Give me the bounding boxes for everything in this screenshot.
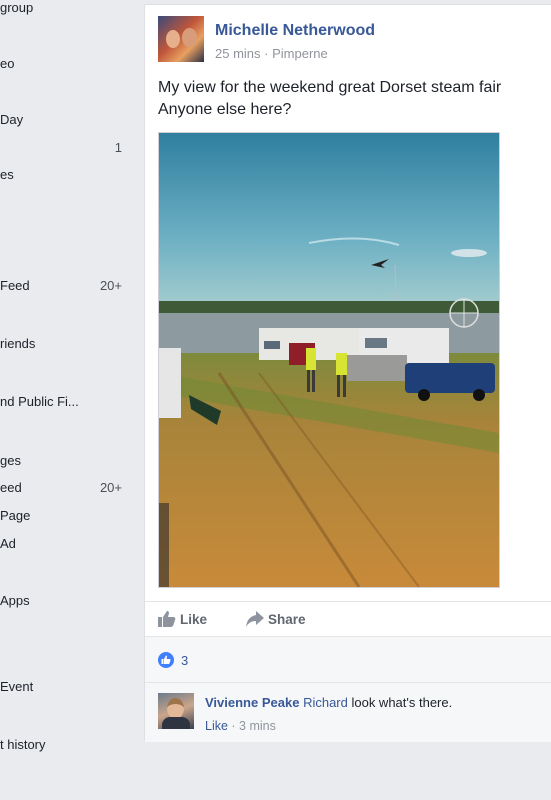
post-location[interactable]: Pimperne bbox=[272, 46, 328, 61]
comments-section: Vivienne Peake Richard look what's there… bbox=[145, 682, 551, 742]
avatar-face bbox=[167, 698, 184, 719]
avatar-face bbox=[182, 28, 197, 47]
sidebar-item-label: Ad bbox=[0, 536, 16, 551]
photo-image bbox=[159, 133, 499, 587]
sidebar-item-label: es bbox=[0, 167, 14, 182]
comment-mention-link[interactable]: Richard bbox=[303, 695, 348, 710]
thumbs-up-icon bbox=[161, 655, 171, 664]
comment-actions: Like · 3 mins bbox=[205, 719, 276, 733]
comment-time[interactable]: 3 mins bbox=[239, 719, 276, 733]
post-author-link[interactable]: Michelle Netherwood bbox=[215, 22, 375, 40]
meta-separator: · bbox=[260, 46, 273, 61]
sidebar-item-label: Event bbox=[0, 679, 34, 694]
thumbs-up-icon bbox=[158, 611, 176, 627]
avatar-face bbox=[166, 30, 180, 48]
like-count[interactable]: 3 bbox=[181, 653, 188, 668]
post-text-line: Anyone else here? bbox=[158, 101, 292, 118]
share-button-label: Share bbox=[268, 612, 306, 627]
comment-like-link[interactable]: Like bbox=[205, 719, 228, 733]
comment-separator: · bbox=[227, 719, 240, 733]
post-text: My view for the weekend great Dorset ste… bbox=[158, 77, 538, 121]
sidebar-item-label: ges bbox=[0, 453, 21, 468]
sidebar-item-video[interactable]: eo bbox=[0, 56, 130, 76]
post-actions-bar: Like Share bbox=[145, 601, 551, 638]
post-time[interactable]: 25 mins bbox=[215, 46, 261, 61]
sidebar-item-label: riends bbox=[0, 336, 36, 351]
author-avatar[interactable] bbox=[158, 16, 204, 62]
avatar-body bbox=[162, 717, 190, 729]
share-arrow-icon bbox=[246, 611, 264, 627]
like-button-label: Like bbox=[180, 612, 208, 627]
reactions-bar: 3 bbox=[145, 636, 551, 683]
post-text-line: My view for the weekend great Dorset ste… bbox=[158, 79, 502, 96]
share-button[interactable]: Share bbox=[246, 610, 316, 630]
feed-post: Michelle Netherwood 25 mins · Pimperne M… bbox=[144, 4, 551, 742]
comment-author-link[interactable]: Vivienne Peake bbox=[205, 695, 299, 710]
sidebar-item-label: Page bbox=[0, 508, 31, 523]
sidebar-item-create-page[interactable]: Page bbox=[0, 508, 130, 528]
post-photo[interactable] bbox=[158, 132, 500, 588]
sidebar-item-label: Apps bbox=[0, 593, 30, 608]
sidebar-item-event[interactable]: Event bbox=[0, 679, 130, 699]
sidebar-item-count: 20+ bbox=[99, 480, 122, 495]
sidebar-item-create-ad[interactable]: Ad bbox=[0, 536, 130, 556]
sidebar-item-label: group bbox=[0, 0, 34, 15]
left-sidebar: group eo Day 1 es Feed 20+ riends nd Pub… bbox=[0, 0, 140, 800]
sidebar-item-label: t history bbox=[0, 737, 46, 752]
like-reaction-icon[interactable] bbox=[158, 652, 174, 668]
sidebar-item-apps[interactable]: Apps bbox=[0, 593, 130, 613]
sidebar-item-count-row[interactable]: 1 bbox=[0, 140, 130, 160]
sidebar-item-pages-feed[interactable]: eed 20+ bbox=[0, 480, 130, 500]
comment-text: Vivienne Peake Richard look what's there… bbox=[205, 695, 452, 710]
like-button[interactable]: Like bbox=[158, 610, 218, 630]
sidebar-item-feed[interactable]: Feed 20+ bbox=[0, 278, 130, 298]
sidebar-item-label: nd Public Fi... bbox=[0, 394, 79, 409]
sidebar-item-label: eo bbox=[0, 56, 15, 71]
sidebar-item-pages[interactable]: ges bbox=[0, 453, 130, 473]
sidebar-item-friends[interactable]: riends bbox=[0, 336, 130, 356]
sidebar-item-count: 20+ bbox=[99, 278, 122, 293]
sidebar-item-public-figures[interactable]: nd Public Fi... bbox=[0, 394, 130, 414]
sidebar-item-group[interactable]: group bbox=[0, 0, 130, 20]
comment-body: look what's there. bbox=[347, 695, 453, 710]
commenter-avatar[interactable] bbox=[158, 693, 194, 729]
sidebar-item-es[interactable]: es bbox=[0, 167, 130, 187]
post-meta: 25 mins · Pimperne bbox=[215, 46, 328, 61]
sidebar-item-count: 1 bbox=[114, 140, 122, 155]
sidebar-item-label: Day bbox=[0, 112, 24, 127]
sidebar-item-day[interactable]: Day bbox=[0, 112, 130, 132]
sidebar-item-history[interactable]: t history bbox=[0, 737, 130, 757]
sidebar-item-label: Feed bbox=[0, 278, 30, 293]
sidebar-item-label: eed bbox=[0, 480, 22, 495]
